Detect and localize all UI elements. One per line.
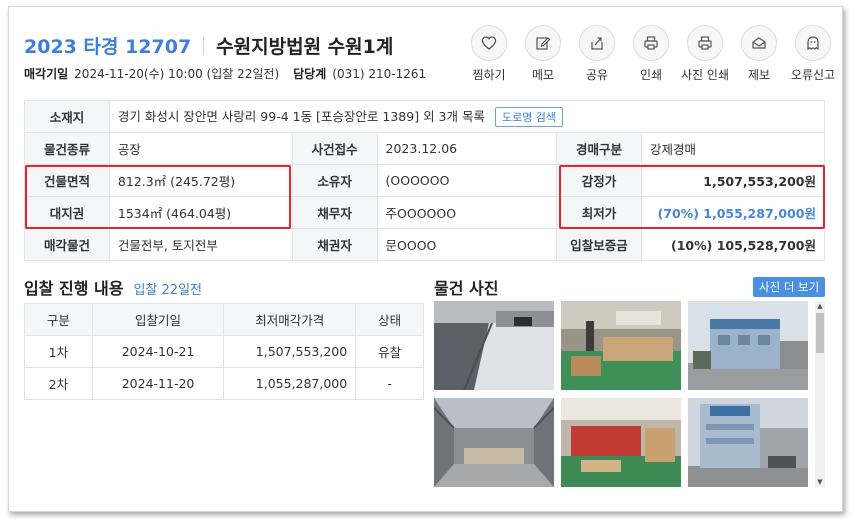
auction-type-value: 강제경매: [641, 132, 825, 165]
printer-icon: [687, 25, 723, 61]
table-row: 매각물건 건물전부, 토지전부 채권자 문OOOO 입찰보증금 (10%) 10…: [24, 228, 825, 261]
filed-date-label: 사건접수: [291, 132, 378, 165]
photo-gallery: [434, 301, 814, 487]
min-price-value: (70%) 1,055,287,000원: [641, 196, 825, 229]
sale-items-label: 매각물건: [24, 228, 110, 261]
table-row: 대지권 1534㎡ (464.04평) 채무자 주OOOOOO 최저가 (70%…: [24, 196, 825, 229]
location-value: 경기 화성시 장안면 사랑리 99-4 1동 [포승장안로 1389] 외 3개…: [117, 109, 485, 124]
report-label: 제보: [747, 68, 771, 82]
building-area-value: 812.3㎡ (245.72평): [108, 164, 293, 197]
bidding-title: 입찰 진행 내용: [24, 279, 124, 298]
creditor-value: 문OOOO: [376, 228, 558, 261]
land-right-value: 1534㎡ (464.04평): [108, 196, 293, 229]
sale-date: 2024-11-20(수) 10:00 (입찰 22일전): [74, 67, 280, 81]
action-toolbar: 찜하기 메모 공유 인쇄 사진 인쇄 제보 오류신고: [466, 25, 836, 83]
table-header-row: 구분 입찰기일 최저매각가격 상태: [24, 303, 424, 336]
memo-label: 메모: [531, 68, 555, 82]
column-header: 입찰기일: [91, 303, 225, 336]
mail-icon: [741, 25, 777, 61]
column-header: 상태: [355, 303, 424, 336]
bid-date-cell: 2024-11-20: [91, 367, 225, 400]
photo-print-button[interactable]: 사진 인쇄: [681, 25, 729, 83]
owner-label: 소유자: [291, 164, 378, 197]
sale-date-label: 매각기일: [24, 67, 69, 81]
title-divider: [203, 36, 205, 55]
table-row: 소재지 경기 화성시 장안면 사랑리 99-4 1동 [포승장안로 1389] …: [24, 100, 826, 133]
property-type-label: 물건종류: [24, 132, 110, 165]
column-header: 최저매각가격: [223, 303, 357, 336]
property-info-table: 소재지 경기 화성시 장안면 사랑리 99-4 1동 [포승장안로 1389] …: [24, 100, 826, 261]
min-price-label: 최저가: [556, 196, 643, 229]
location-cell: 경기 화성시 장안면 사랑리 99-4 1동 [포승장안로 1389] 외 3개…: [108, 100, 826, 133]
owner-value: (OOOOOO: [376, 164, 558, 197]
property-photo[interactable]: [688, 398, 808, 487]
share-icon: [579, 25, 615, 61]
round-cell: 2차: [24, 367, 93, 400]
bidding-section-title: 입찰 진행 내용 입찰 22일전: [24, 275, 202, 299]
status-cell: 유찰: [355, 335, 424, 368]
photo-print-label: 사진 인쇄: [681, 68, 729, 82]
property-photo[interactable]: [688, 301, 808, 390]
min-price-cell: 1,507,553,200: [223, 335, 357, 368]
ghost-icon: [795, 25, 831, 61]
appraisal-value: 1,507,553,200원: [641, 164, 825, 197]
debtor-label: 채무자: [291, 196, 378, 229]
dept-phone: (031) 210-1261: [332, 66, 427, 81]
scrollbar-thumb[interactable]: [816, 313, 824, 353]
property-photo[interactable]: [434, 301, 554, 390]
bidding-table: 구분 입찰기일 최저매각가격 상태 1차 2024-10-21 1,507,55…: [24, 303, 424, 400]
wishlist-label: 찜하기: [472, 68, 506, 82]
memo-button[interactable]: 메모: [520, 25, 566, 83]
deposit-value: (10%) 105,528,700원: [641, 228, 825, 261]
photos-title: 물건 사진: [434, 279, 499, 298]
bid-date-cell: 2024-10-21: [91, 335, 225, 368]
error-report-button[interactable]: 오류신고: [790, 25, 836, 83]
round-cell: 1차: [24, 335, 93, 368]
report-button[interactable]: 제보: [736, 25, 782, 83]
table-row: 1차 2024-10-21 1,507,553,200 유찰: [24, 335, 424, 368]
property-type-value: 공장: [108, 132, 293, 165]
error-report-label: 오류신고: [790, 68, 836, 82]
auction-type-label: 경매구분: [556, 132, 643, 165]
more-photos-button[interactable]: 사진 더 보기: [753, 277, 826, 297]
pencil-icon: [525, 25, 561, 61]
creditor-label: 채권자: [291, 228, 378, 261]
printer-icon: [633, 25, 669, 61]
bidding-subtitle: 입찰 22일전: [133, 283, 202, 298]
location-label: 소재지: [24, 100, 110, 133]
case-number[interactable]: 2023 타경 12707: [24, 32, 191, 59]
deposit-label: 입찰보증금: [556, 228, 643, 261]
table-row: 물건종류 공장 사건접수 2023.12.06 경매구분 강제경매: [24, 132, 825, 165]
table-row: 건물면적 812.3㎡ (245.72평) 소유자 (OOOOOO 감정가 1,…: [24, 164, 825, 197]
building-area-label: 건물면적: [24, 164, 110, 197]
status-cell: -: [355, 367, 424, 400]
property-photo[interactable]: [561, 398, 681, 487]
photo-gallery-scrollbar[interactable]: ▲ ▼: [815, 301, 825, 487]
sale-info-row: 매각기일 2024-11-20(수) 10:00 (입찰 22일전) 담당계 (…: [24, 65, 426, 82]
print-label: 인쇄: [639, 68, 663, 82]
road-name-search-button[interactable]: 도로명 검색: [494, 107, 564, 127]
debtor-value: 주OOOOOO: [376, 196, 558, 229]
share-button[interactable]: 공유: [574, 25, 620, 83]
min-price-cell: 1,055,287,000: [223, 367, 357, 400]
title-row: 2023 타경 12707 수원지방법원 수원1계: [24, 32, 393, 59]
scroll-up-icon[interactable]: ▲: [815, 301, 825, 311]
wishlist-button[interactable]: 찜하기: [466, 25, 512, 83]
share-label: 공유: [585, 68, 609, 82]
filed-date-value: 2023.12.06: [376, 132, 558, 165]
auction-detail-panel: 2023 타경 12707 수원지방법원 수원1계 매각기일 2024-11-2…: [8, 6, 843, 512]
table-row: 2차 2024-11-20 1,055,287,000 -: [24, 367, 424, 400]
print-button[interactable]: 인쇄: [628, 25, 674, 83]
scroll-down-icon[interactable]: ▼: [815, 477, 825, 487]
dept-label: 담당계: [293, 67, 327, 81]
property-photo[interactable]: [561, 301, 681, 390]
property-photo[interactable]: [434, 398, 554, 487]
appraisal-label: 감정가: [556, 164, 643, 197]
column-header: 구분: [24, 303, 93, 336]
heart-icon: [471, 25, 507, 61]
sale-items-value: 건물전부, 토지전부: [108, 228, 293, 261]
land-right-label: 대지권: [24, 196, 110, 229]
court-name: 수원지방법원 수원1계: [216, 36, 394, 58]
